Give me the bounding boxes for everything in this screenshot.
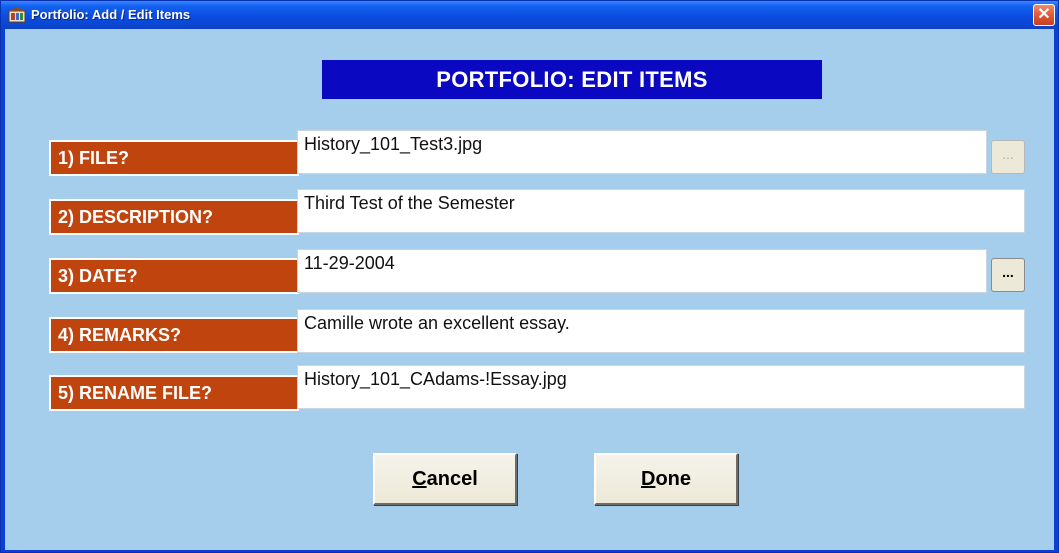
file-label: 1) FILE? [49, 140, 299, 176]
file-browse-button[interactable]: ... [991, 140, 1025, 174]
cancel-label: ancel [426, 467, 478, 490]
close-icon: ✕ [1037, 6, 1051, 23]
done-button[interactable]: Done [594, 453, 738, 505]
dialog-window: Portfolio: Add / Edit Items ✕ PORTFOLIO:… [0, 0, 1059, 553]
rename-file-input[interactable]: History_101_CAdams-!Essay.jpg [297, 365, 1025, 409]
cancel-button[interactable]: Cancel [373, 453, 517, 505]
done-mnemonic: D [640, 467, 656, 490]
description-input[interactable]: Third Test of the Semester [297, 189, 1025, 233]
close-button[interactable]: ✕ [1033, 4, 1055, 26]
description-label: 2) DESCRIPTION? [49, 199, 299, 235]
page-title: PORTFOLIO: EDIT ITEMS [322, 60, 822, 99]
window-title: Portfolio: Add / Edit Items [31, 7, 191, 22]
date-input[interactable]: 11-29-2004 [297, 249, 987, 293]
dialog-content: PORTFOLIO: EDIT ITEMS 1) FILE? History_1… [5, 29, 1054, 550]
remarks-input[interactable]: Camille wrote an excellent essay. [297, 309, 1025, 353]
date-picker-button[interactable]: ... [991, 258, 1025, 292]
remarks-label: 4) REMARKS? [49, 317, 299, 353]
portfolio-app-icon [8, 7, 26, 23]
cancel-mnemonic: C [412, 467, 427, 490]
rename-file-label: 5) RENAME FILE? [49, 375, 299, 411]
date-label: 3) DATE? [49, 258, 299, 294]
file-input[interactable]: History_101_Test3.jpg [297, 130, 987, 174]
done-label: one [655, 467, 691, 490]
title-bar[interactable]: Portfolio: Add / Edit Items ✕ [1, 1, 1058, 29]
